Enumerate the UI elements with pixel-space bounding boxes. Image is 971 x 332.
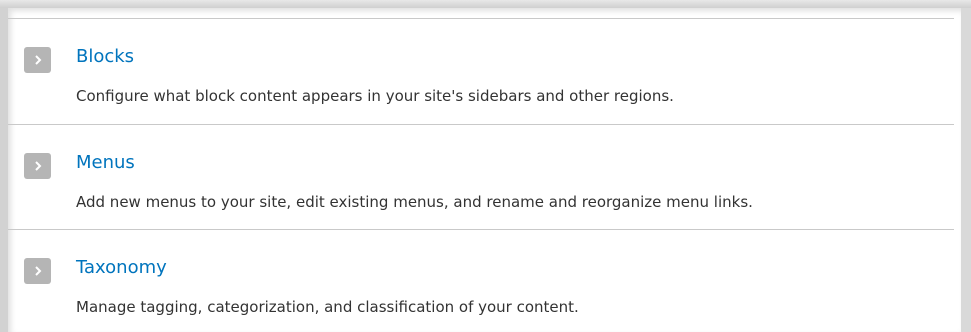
chevron-right-icon [34,55,41,65]
link-blocks[interactable]: Blocks [76,45,134,69]
window-top-edge [0,0,971,8]
expand-button-blocks[interactable] [24,47,51,73]
description-blocks: Configure what block content appears in … [76,87,674,105]
chevron-right-icon [34,161,41,171]
description-menus: Add new menus to your site, edit existin… [76,193,753,211]
list-item-taxonomy: Taxonomy Manage tagging, categorization,… [8,230,954,332]
link-menus[interactable]: Menus [76,151,135,175]
list-item-menus: Menus Add new menus to your site, edit e… [8,125,954,229]
admin-list: Blocks Configure what block content appe… [8,18,954,332]
chevron-right-icon [34,266,41,276]
link-taxonomy[interactable]: Taxonomy [76,256,167,280]
description-taxonomy: Manage tagging, categorization, and clas… [76,298,579,316]
list-item-blocks: Blocks Configure what block content appe… [8,19,954,124]
expand-button-taxonomy[interactable] [24,258,51,284]
expand-button-menus[interactable] [24,153,51,179]
